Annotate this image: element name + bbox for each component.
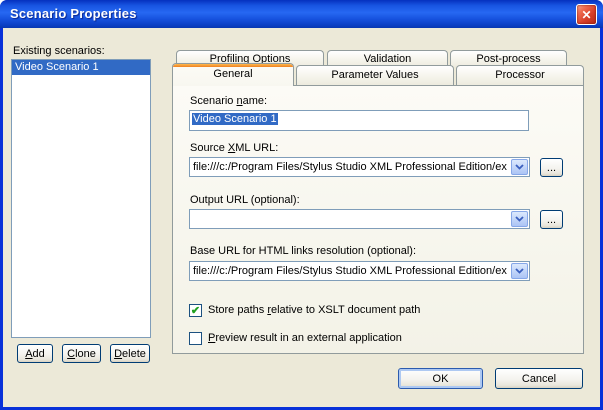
close-icon: ✕ — [581, 8, 591, 22]
combobox-value: file:///c:/Program Files/Stylus Studio X… — [190, 161, 510, 173]
existing-scenarios-label: Existing scenarios: — [13, 45, 105, 57]
active-tab-accent — [173, 64, 293, 67]
scenario-name-input[interactable]: Video Scenario 1 — [189, 110, 529, 131]
source-xml-url-label: Source XML URL: — [190, 142, 278, 154]
source-xml-url-combobox[interactable]: file:///c:/Program Files/Stylus Studio X… — [189, 157, 530, 177]
close-button[interactable]: ✕ — [576, 4, 597, 25]
base-url-combobox[interactable]: file:///c:/Program Files/Stylus Studio X… — [189, 261, 530, 281]
output-url-dropdown-button[interactable] — [511, 211, 528, 227]
tab-parameter-values[interactable]: Parameter Values — [296, 65, 454, 85]
add-button[interactable]: Add — [17, 344, 53, 363]
store-paths-label: Store paths relative to XSLT document pa… — [208, 304, 420, 316]
delete-button[interactable]: Delete — [110, 344, 150, 363]
source-xml-browse-button[interactable]: ... — [540, 158, 563, 177]
check-icon: ✔ — [191, 304, 200, 317]
list-item[interactable]: Video Scenario 1 — [12, 60, 150, 75]
scenario-properties-dialog: Scenario Properties ✕ Existing scenarios… — [0, 0, 603, 410]
chevron-down-icon — [515, 268, 524, 274]
chevron-down-icon — [515, 216, 524, 222]
output-url-label: Output URL (optional): — [190, 194, 300, 206]
scenario-name-label: Scenario name: — [190, 95, 267, 107]
selected-text: Video Scenario 1 — [192, 113, 278, 125]
preview-external-label: Preview result in an external applicatio… — [208, 332, 402, 344]
output-url-combobox[interactable] — [189, 209, 530, 229]
store-paths-checkbox[interactable]: ✔ — [189, 304, 202, 317]
tab-general[interactable]: General — [172, 63, 294, 86]
tab-processor[interactable]: Processor — [456, 65, 584, 85]
clone-button[interactable]: Clone — [62, 344, 101, 363]
base-url-label: Base URL for HTML links resolution (opti… — [190, 245, 416, 257]
window-title: Scenario Properties — [10, 0, 137, 27]
scenario-listbox[interactable]: Video Scenario 1 — [11, 59, 151, 338]
combobox-value: file:///c:/Program Files/Stylus Studio X… — [190, 265, 510, 277]
base-url-dropdown-button[interactable] — [511, 263, 528, 279]
cancel-button[interactable]: Cancel — [495, 368, 583, 389]
ok-button[interactable]: OK — [398, 368, 483, 389]
chevron-down-icon — [515, 164, 524, 170]
source-xml-dropdown-button[interactable] — [511, 159, 528, 175]
title-bar[interactable]: Scenario Properties ✕ — [0, 0, 603, 28]
output-url-browse-button[interactable]: ... — [540, 210, 563, 229]
preview-external-checkbox[interactable] — [189, 332, 202, 345]
